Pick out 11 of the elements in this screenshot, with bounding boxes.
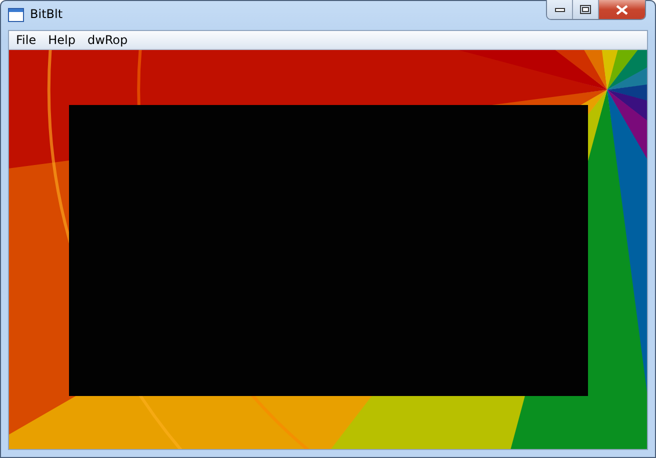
maximize-icon [580,5,591,14]
minimize-button[interactable] [547,0,573,19]
menu-item[interactable]: File [11,33,42,47]
minimize-icon [554,8,564,12]
maximize-button[interactable] [573,0,599,19]
close-button[interactable] [599,0,645,19]
window-icon [8,8,24,22]
window-title: BitBlt [30,7,63,21]
menu-item[interactable]: Help [43,33,80,47]
menu-item[interactable]: dwRop [82,33,133,47]
close-icon [616,4,628,14]
